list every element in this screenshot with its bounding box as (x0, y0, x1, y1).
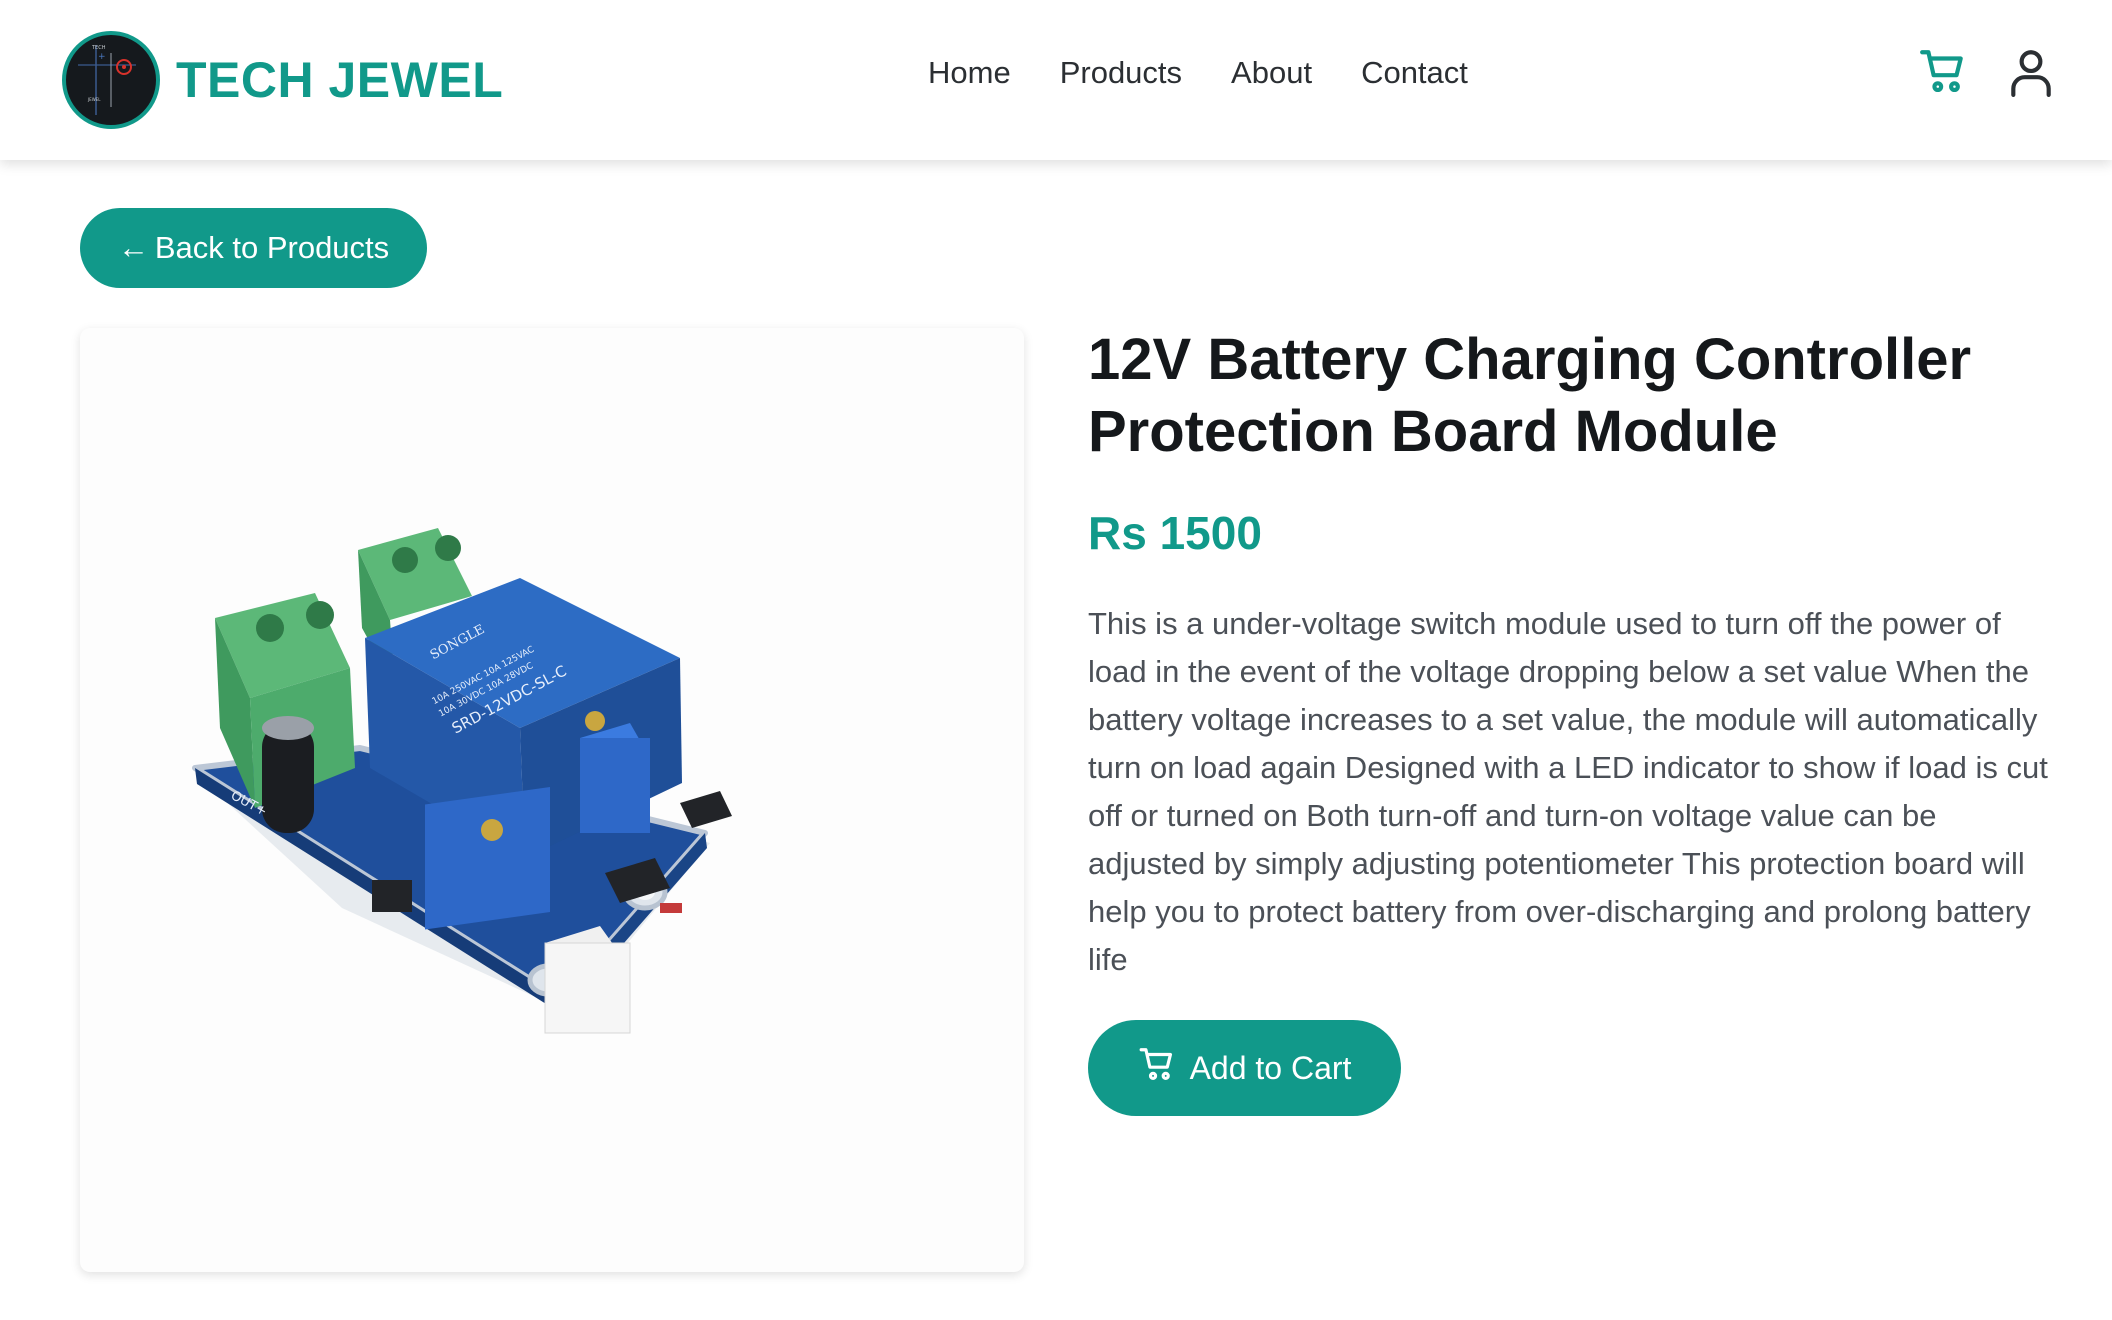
product-price: Rs 1500 (1088, 507, 1262, 559)
logo-text-bottom: JEWEL (87, 97, 101, 102)
svg-text:+: + (98, 52, 106, 62)
logo-text-top: TECH (91, 45, 106, 51)
back-button-label: Back to Products (154, 230, 390, 265)
nav-products[interactable]: Products (1060, 55, 1182, 91)
main-nav: Home Products About Contact (928, 55, 1468, 91)
product-title: 12V Battery Charging Controller Protecti… (1088, 327, 1972, 464)
brand[interactable]: + TECH JEWEL TECH JEWEL (62, 31, 503, 129)
back-to-products-button[interactable]: ← Back to Products (80, 208, 427, 288)
site-header: + TECH JEWEL TECH JEWEL Home Products Ab… (0, 0, 2112, 160)
product-details: 12V Battery Charging Controller Protecti… (1088, 324, 2048, 1116)
nav-contact[interactable]: Contact (1361, 55, 1468, 91)
add-to-cart-button[interactable]: Add to Cart (1088, 1020, 1401, 1116)
cart-icon (1138, 1045, 1176, 1091)
cart-icon[interactable] (1918, 46, 1968, 101)
back-arrow-icon: ← (117, 230, 149, 265)
product-image: SONGLE 10A 250VAC 10A 125VAC 10A 30VDC 1… (192, 528, 732, 1034)
logo[interactable]: + TECH JEWEL (62, 31, 160, 129)
nav-home[interactable]: Home (928, 55, 1011, 91)
product-image-card: SONGLE 10A 250VAC 10A 125VAC 10A 30VDC 1… (80, 328, 1024, 1272)
brand-name[interactable]: TECH JEWEL (176, 51, 503, 109)
product-description: This is a under-voltage switch module us… (1088, 606, 2048, 977)
user-icon[interactable] (2006, 46, 2056, 103)
nav-about[interactable]: About (1231, 55, 1312, 91)
add-to-cart-label: Add to Cart (1189, 1049, 1352, 1086)
logo-circuit-graphic: + TECH JEWEL (78, 45, 136, 115)
